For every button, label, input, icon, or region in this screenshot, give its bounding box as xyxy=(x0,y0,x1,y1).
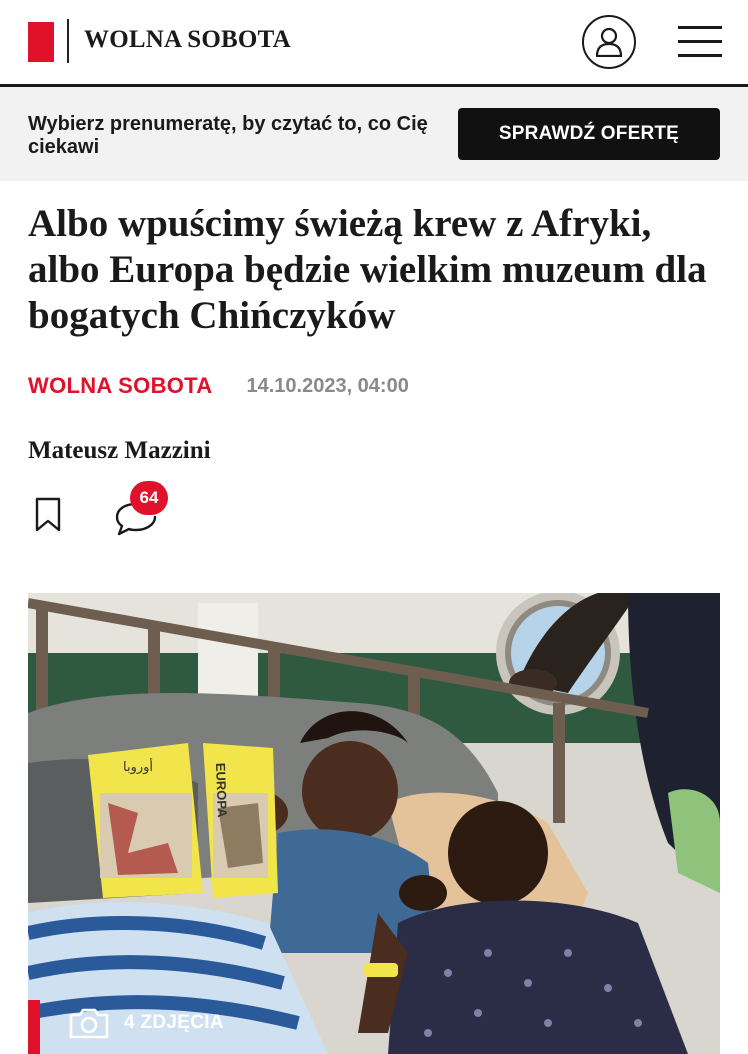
book-title: EUROPA xyxy=(213,763,230,819)
author-name[interactable]: Mateusz Mazzini xyxy=(28,437,211,465)
top-bar: WOLNA SOBOTA xyxy=(0,0,748,84)
logo-mark[interactable] xyxy=(28,22,54,62)
photo-gallery-button[interactable]: 4 ZDJĘCIA xyxy=(68,1005,224,1041)
logo-divider xyxy=(67,19,69,63)
article-headline: Albo wpuścimy świeżą krew z Afryki, albo… xyxy=(28,202,707,337)
user-account-button[interactable] xyxy=(582,15,636,69)
bookmark-icon[interactable] xyxy=(34,497,62,533)
user-icon xyxy=(595,27,623,57)
camera-icon xyxy=(69,1008,109,1039)
article-photo[interactable]: EUROPA أوروبا xyxy=(28,593,720,1054)
article-meta: WOLNA SOBOTA 14.10.2023, 04:00 xyxy=(28,372,409,400)
book-arabic: أوروبا xyxy=(123,758,153,775)
section-link[interactable]: WOLNA SOBOTA xyxy=(28,373,212,399)
photo-accent-bar xyxy=(28,1000,40,1054)
comment-count-badge[interactable]: 64 xyxy=(130,481,168,515)
gallery-label: 4 ZDJĘCIA xyxy=(124,1012,224,1033)
hamburger-menu-icon[interactable] xyxy=(678,26,722,58)
publish-date: 14.10.2023, 04:00 xyxy=(246,374,409,397)
subscription-promo: Wybierz prenumeratę, by czytać to, co Ci… xyxy=(0,87,748,181)
promo-text: Wybierz prenumeratę, by czytać to, co Ci… xyxy=(28,113,428,158)
logo-text[interactable]: WOLNA SOBOTA xyxy=(84,26,291,54)
check-offer-button[interactable]: SPRAWDŹ OFERTĘ xyxy=(458,108,720,160)
